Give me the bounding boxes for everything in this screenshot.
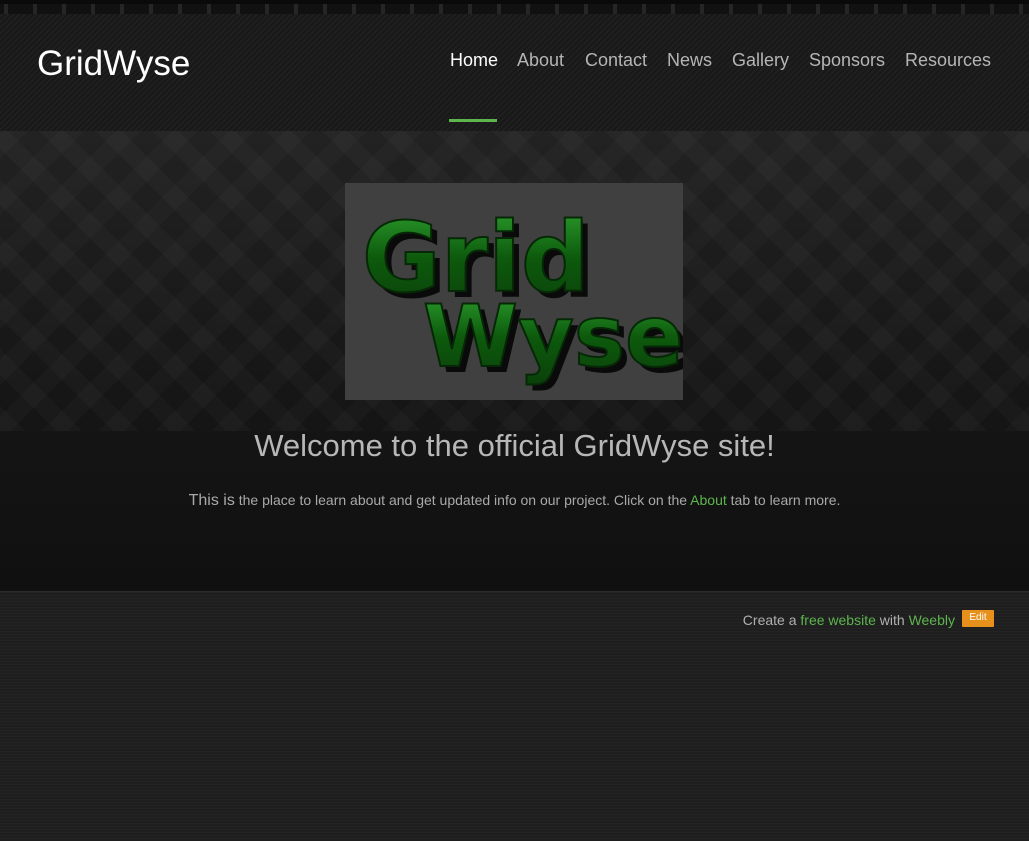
footer-create-text: Create a xyxy=(742,612,801,628)
main-nav: Home About Contact News Gallery Sponsors… xyxy=(0,50,1029,90)
intro-lead: This is xyxy=(188,492,235,509)
gridwyse-logo-image: Grid Grid Wyse Wyse xyxy=(345,183,683,400)
site-footer: Create a free website with Weebly Edit xyxy=(0,591,1029,841)
nav-news[interactable]: News xyxy=(667,50,712,71)
intro-paragraph: This is the place to learn about and get… xyxy=(0,492,1029,510)
nav-gallery[interactable]: Gallery xyxy=(732,50,789,71)
welcome-heading: Welcome to the official GridWyse site! xyxy=(254,428,775,463)
nav-contact[interactable]: Contact xyxy=(585,50,647,71)
about-link[interactable]: About xyxy=(690,492,727,508)
edit-button[interactable]: Edit xyxy=(962,610,994,627)
main-content: Grid Grid Wyse Wyse Welcome to the offic… xyxy=(0,131,1029,591)
footer-with-text: with xyxy=(875,612,909,628)
intro-text: the place to learn about and get updated… xyxy=(234,492,691,508)
active-nav-indicator xyxy=(449,119,497,122)
nav-home[interactable]: Home xyxy=(450,50,498,71)
free-website-link[interactable]: free website xyxy=(800,612,875,628)
nav-about[interactable]: About xyxy=(517,50,564,71)
nav-sponsors[interactable]: Sponsors xyxy=(809,50,885,71)
svg-text:Wyse: Wyse xyxy=(423,287,683,387)
footer-credit: Create a free website with Weebly xyxy=(743,612,955,628)
weebly-link[interactable]: Weebly xyxy=(909,612,955,628)
nav-resources[interactable]: Resources xyxy=(905,50,991,71)
site-header: GridWyse Home About Contact News Gallery… xyxy=(0,0,1029,131)
intro-text-end: tab to learn more. xyxy=(726,492,841,508)
